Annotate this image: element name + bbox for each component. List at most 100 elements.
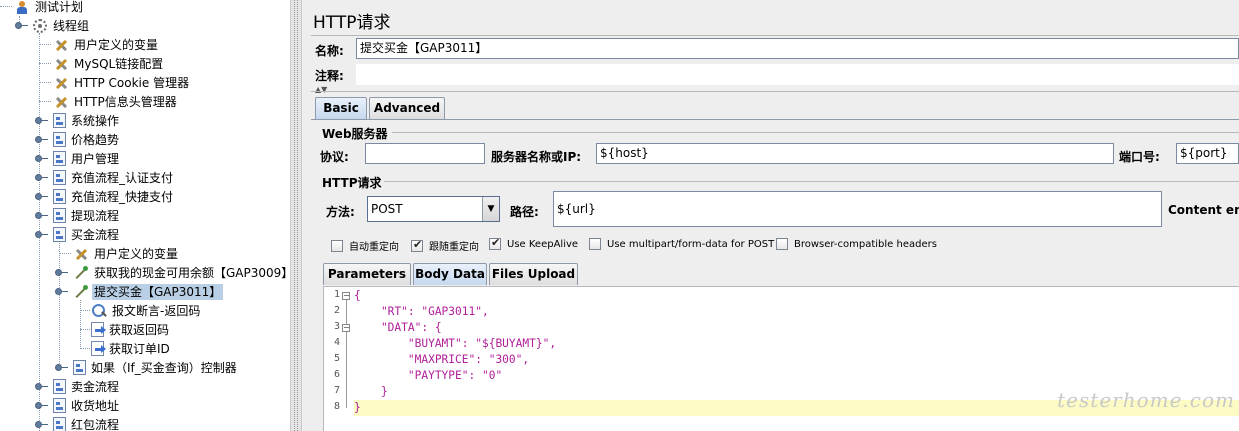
tree-item-label: 红包流程 — [71, 417, 120, 431]
tree-item-label: 测试计划 — [35, 0, 84, 14]
expand-toggle-icon[interactable] — [35, 155, 48, 162]
code-line: "RT": "GAP3011", — [354, 305, 489, 318]
checkbox-checked-icon — [411, 238, 423, 252]
tree-item-label: 卖金流程 — [71, 379, 120, 394]
pane-splitter[interactable] — [290, 0, 302, 431]
tree-item-user-variables-2[interactable]: 用户定义的变量 — [59, 244, 180, 263]
tree-item-header-manager[interactable]: HTTP信息头管理器 — [39, 92, 179, 111]
tree-item-buy-gold[interactable]: 买金流程 — [34, 225, 121, 244]
tree-item-recharge-auth[interactable]: 充值流程_认证支付 — [34, 168, 175, 187]
collapse-toggle-icon[interactable] — [15, 22, 28, 29]
fold-toggle-icon[interactable]: − — [342, 324, 350, 332]
tab-basic[interactable]: Basic — [315, 97, 367, 119]
checkbox-unchecked-icon — [589, 238, 601, 250]
collapse-toggle-icon[interactable] — [35, 231, 48, 238]
page-title: HTTP请求 — [313, 13, 391, 33]
checkbox-label: Use multipart/form-data for POST — [607, 238, 775, 250]
expand-toggle-icon[interactable] — [35, 193, 48, 200]
path-label: 路径: — [510, 205, 539, 219]
extractor-icon — [91, 341, 106, 356]
code-line: } — [354, 401, 361, 414]
tree-item-address[interactable]: 收货地址 — [34, 396, 121, 415]
controller-icon — [53, 189, 66, 204]
expand-toggle-icon[interactable] — [35, 117, 48, 124]
comment-field[interactable] — [356, 64, 1239, 85]
tree-item-label: 系统操作 — [71, 113, 120, 128]
protocol-field[interactable] — [365, 143, 485, 164]
line-number: 7 — [333, 385, 340, 396]
name-field[interactable]: 提交买金【GAP3011】 — [356, 38, 1239, 59]
controller-icon — [53, 227, 66, 242]
collapse-toggle-icon[interactable] — [55, 288, 68, 295]
tree-item-mysql-config[interactable]: MySQL链接配置 — [39, 54, 165, 73]
http-sampler-icon — [73, 265, 89, 281]
tab-parameters[interactable]: Parameters — [323, 263, 411, 285]
tab-files-upload[interactable]: Files Upload — [489, 263, 578, 285]
tree-item-system-ops[interactable]: 系统操作 — [34, 111, 121, 130]
expand-toggle-icon[interactable] — [35, 136, 48, 143]
controller-icon — [53, 170, 66, 185]
controller-icon — [53, 379, 66, 394]
tree-item-red-packet[interactable]: 红包流程 — [34, 415, 121, 431]
tree-item-extract-order-id[interactable]: 获取订单ID — [80, 339, 172, 358]
tree-item-test-plan[interactable]: 测试计划 — [0, 0, 85, 16]
checkbox-label: Use KeepAlive — [507, 238, 579, 250]
tree-item-get-balance[interactable]: 获取我的现金可用余额【GAP3009】 — [54, 263, 290, 282]
method-label: 方法: — [326, 205, 355, 219]
port-label: 端口号: — [1119, 150, 1160, 164]
server-field[interactable]: ${host} — [596, 143, 1114, 164]
expand-toggle-icon[interactable] — [35, 402, 48, 409]
tree-item-recharge-quick[interactable]: 充值流程_快捷支付 — [34, 187, 175, 206]
tree-item-response-assertion[interactable]: 报文断言-返回码 — [80, 301, 202, 320]
http-request-panel: HTTP请求 名称: 提交买金【GAP3011】 注释: ▲▼ Basic Ad… — [302, 0, 1239, 431]
fold-toggle-icon[interactable]: − — [342, 292, 350, 300]
tree-item-label: 提交买金【GAP3011】 — [92, 283, 224, 300]
expand-toggle-icon[interactable] — [55, 269, 68, 276]
watermark: testerhome.com — [1057, 388, 1235, 412]
tree-item-thread-group[interactable]: 线程组 — [14, 16, 91, 35]
tree-item-label: MySQL链接配置 — [74, 56, 164, 71]
expand-toggle-icon[interactable] — [55, 364, 68, 371]
name-label: 名称: — [315, 44, 344, 58]
test-plan-tree[interactable]: 测试计划 线程组 用户定义的变量 MySQL链接配置 HTTP Cookie 管… — [0, 0, 290, 431]
expand-toggle-icon[interactable] — [35, 174, 48, 181]
tree-item-label: HTTP信息头管理器 — [74, 94, 177, 109]
controller-icon — [53, 113, 66, 128]
method-select[interactable]: POST — [367, 196, 500, 222]
expand-toggle-icon[interactable] — [35, 212, 48, 219]
keepalive-checkbox[interactable]: Use KeepAlive — [489, 236, 579, 250]
protocol-label: 协议: — [320, 150, 349, 164]
tree-item-price-trend[interactable]: 价格趋势 — [34, 130, 121, 149]
chevron-down-icon[interactable]: ▼ — [482, 197, 499, 221]
tree-item-label: 线程组 — [53, 18, 90, 33]
browser-headers-checkbox[interactable]: Browser-compatible headers — [776, 238, 937, 250]
splitter-arrows-icon[interactable]: ▲▼ — [315, 85, 327, 94]
tree-item-label: 买金流程 — [71, 227, 120, 242]
tree-item-label: 获取返回码 — [109, 322, 170, 337]
multipart-checkbox[interactable]: Use multipart/form-data for POST — [589, 238, 774, 250]
checkbox-label: 跟随重定向 — [429, 242, 479, 253]
http-sampler-icon — [73, 284, 89, 300]
http-request-group-title: HTTP请求 — [322, 176, 382, 190]
follow-redirect-checkbox[interactable]: 跟随重定向 — [411, 238, 479, 253]
tree-item-label: 用户管理 — [71, 151, 120, 166]
tree-item-submit-buy[interactable]: 提交买金【GAP3011】 — [54, 282, 224, 301]
tab-advanced[interactable]: Advanced — [369, 97, 445, 119]
controller-icon — [53, 151, 66, 166]
tab-body-data[interactable]: Body Data — [413, 263, 487, 285]
tree-item-sell-gold[interactable]: 卖金流程 — [34, 377, 121, 396]
port-field[interactable]: ${port} — [1176, 143, 1239, 164]
path-field[interactable]: ${url} — [553, 191, 1162, 227]
tree-item-user-management[interactable]: 用户管理 — [34, 149, 121, 168]
line-number: 6 — [333, 369, 340, 380]
tree-item-user-variables[interactable]: 用户定义的变量 — [39, 35, 160, 54]
tree-item-withdraw[interactable]: 提现流程 — [34, 206, 121, 225]
tree-item-cookie-manager[interactable]: HTTP Cookie 管理器 — [39, 73, 191, 92]
expand-toggle-icon[interactable] — [35, 383, 48, 390]
checkbox-label: Browser-compatible headers — [794, 238, 937, 250]
auto-redirect-checkbox[interactable]: 自动重定向 — [331, 238, 399, 253]
expand-toggle-icon[interactable] — [35, 421, 48, 428]
checkbox-label: 自动重定向 — [349, 242, 399, 253]
tree-item-extract-code[interactable]: 获取返回码 — [80, 320, 171, 339]
tree-item-if-controller[interactable]: 如果（If_买金查询）控制器 — [54, 358, 239, 377]
